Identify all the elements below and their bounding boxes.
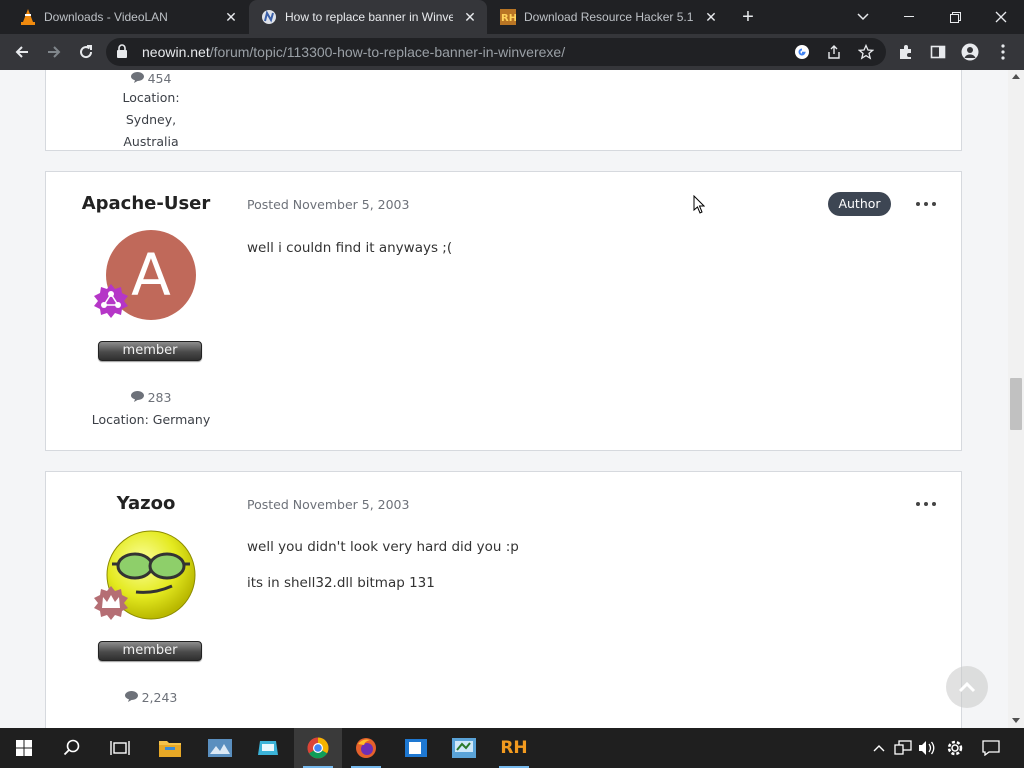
rank-badge-crown-icon: [93, 585, 129, 621]
firefox-icon[interactable]: [342, 728, 390, 768]
show-hidden-icons-chevron-icon[interactable]: [869, 738, 889, 758]
author-name[interactable]: Apache-User: [46, 193, 246, 214]
settings-gear-icon[interactable]: [945, 738, 965, 758]
tab-resource-hacker[interactable]: RH Download Resource Hacker 5.1.8 ✕: [488, 0, 728, 34]
close-icon[interactable]: ✕: [461, 8, 479, 26]
forum-post: Yazoo member 2,243 Posted November 5, 20…: [45, 471, 962, 728]
tab-title: Download Resource Hacker 5.1.8: [524, 10, 694, 24]
photos-icon[interactable]: [196, 728, 244, 768]
mouse-cursor-icon: [693, 194, 706, 219]
member-rank-badge: member: [98, 341, 202, 361]
post-count-value: 454: [147, 71, 172, 86]
chrome-icon[interactable]: [294, 728, 342, 768]
tab-videolan[interactable]: Downloads - VideoLAN ✕: [8, 0, 248, 34]
sticky-icon[interactable]: [392, 728, 440, 768]
tab-search-chevron-icon[interactable]: [840, 0, 886, 34]
google-icon[interactable]: [792, 42, 812, 62]
forum-post: 454 Location: Sydney, Australia: [45, 70, 962, 151]
post-count: 2,243: [46, 690, 256, 705]
author-tag-badge: Author: [828, 192, 891, 216]
search-icon[interactable]: [48, 728, 96, 768]
url-path: /forum/topic/113300-how-to-replace-banne…: [209, 44, 566, 60]
task-view-icon[interactable]: [96, 728, 144, 768]
url-host: neowin.net: [142, 44, 210, 60]
bookmark-star-icon[interactable]: [856, 42, 876, 62]
post-body-line: its in shell32.dll bitmap 131: [247, 575, 435, 591]
page-scrollbar[interactable]: [1008, 70, 1024, 728]
close-icon[interactable]: ✕: [222, 8, 240, 26]
resource-hacker-icon[interactable]: RH: [490, 728, 538, 768]
post-count: 283: [46, 390, 256, 405]
profile-icon[interactable]: [960, 42, 980, 62]
app-icon[interactable]: [244, 728, 292, 768]
comment-bubble-icon: [130, 390, 144, 405]
browser-tab-strip: Downloads - VideoLAN ✕ How to replace ba…: [0, 0, 1024, 34]
post-count-value: 2,243: [141, 690, 178, 705]
new-tab-button[interactable]: +: [737, 6, 759, 28]
address-bar[interactable]: neowin.net/forum/topic/113300-how-to-rep…: [106, 38, 886, 66]
close-icon[interactable]: ✕: [702, 8, 720, 26]
minimize-button[interactable]: [886, 0, 932, 34]
forward-button[interactable]: [40, 38, 68, 66]
neowin-icon: [261, 9, 277, 25]
svg-text:RH: RH: [501, 13, 516, 24]
tab-neowin[interactable]: How to replace banner in Winver ✕: [249, 0, 487, 34]
browser-toolbar: neowin.net/forum/topic/113300-how-to-rep…: [0, 34, 1024, 70]
resource-hacker-label: RH: [500, 738, 528, 758]
close-window-button[interactable]: [978, 0, 1024, 34]
menu-kebab-icon[interactable]: [993, 42, 1013, 62]
share-icon[interactable]: [824, 42, 844, 62]
author-location: Location: Germany: [91, 412, 211, 427]
more-options-icon[interactable]: [916, 198, 936, 210]
back-button[interactable]: [8, 38, 36, 66]
volume-icon[interactable]: [917, 738, 937, 758]
notifications-icon[interactable]: [981, 738, 1001, 758]
post-count-value: 283: [147, 390, 172, 405]
extensions-puzzle-icon[interactable]: [896, 42, 916, 62]
page-viewport: 454 Location: Sydney, Australia Apache-U…: [0, 70, 1008, 728]
vlc-cone-icon: [20, 9, 36, 25]
rank-badge-icon: [93, 283, 129, 319]
post-date[interactable]: Posted November 5, 2003: [247, 497, 409, 512]
post-body-line: well you didn't look very hard did you :…: [247, 539, 519, 555]
scroll-up-arrow-icon[interactable]: [1012, 74, 1020, 79]
side-panel-icon[interactable]: [928, 42, 948, 62]
reload-button[interactable]: [72, 38, 100, 66]
scrollbar-thumb[interactable]: [1010, 378, 1022, 430]
scroll-to-top-button[interactable]: [946, 666, 988, 708]
forum-post: Apache-User A member 283 Location: Germa…: [45, 171, 962, 451]
tab-title: How to replace banner in Winver: [285, 10, 453, 24]
control-panel-icon[interactable]: [440, 728, 488, 768]
network-icon[interactable]: [893, 738, 913, 758]
member-rank-badge: member: [98, 641, 202, 661]
post-date[interactable]: Posted November 5, 2003: [247, 197, 409, 212]
lock-icon[interactable]: [116, 44, 128, 63]
scroll-down-arrow-icon[interactable]: [1012, 718, 1020, 723]
restore-button[interactable]: [932, 0, 978, 34]
comment-bubble-icon: [130, 71, 144, 86]
url-text: neowin.net/forum/topic/113300-how-to-rep…: [142, 44, 565, 60]
file-explorer-icon[interactable]: [146, 728, 194, 768]
author-name[interactable]: Yazoo: [46, 493, 246, 514]
comment-bubble-icon: [124, 690, 138, 705]
more-options-icon[interactable]: [916, 498, 936, 510]
start-icon[interactable]: [0, 728, 48, 768]
post-count: 454: [46, 71, 256, 86]
tab-title: Downloads - VideoLAN: [44, 10, 168, 24]
author-location: Location: Sydney, Australia: [122, 90, 180, 149]
resource-hacker-icon: RH: [500, 9, 516, 25]
windows-taskbar: RH: [0, 728, 1024, 768]
post-body-line: well i couldn find it anyways ;(: [247, 240, 453, 256]
